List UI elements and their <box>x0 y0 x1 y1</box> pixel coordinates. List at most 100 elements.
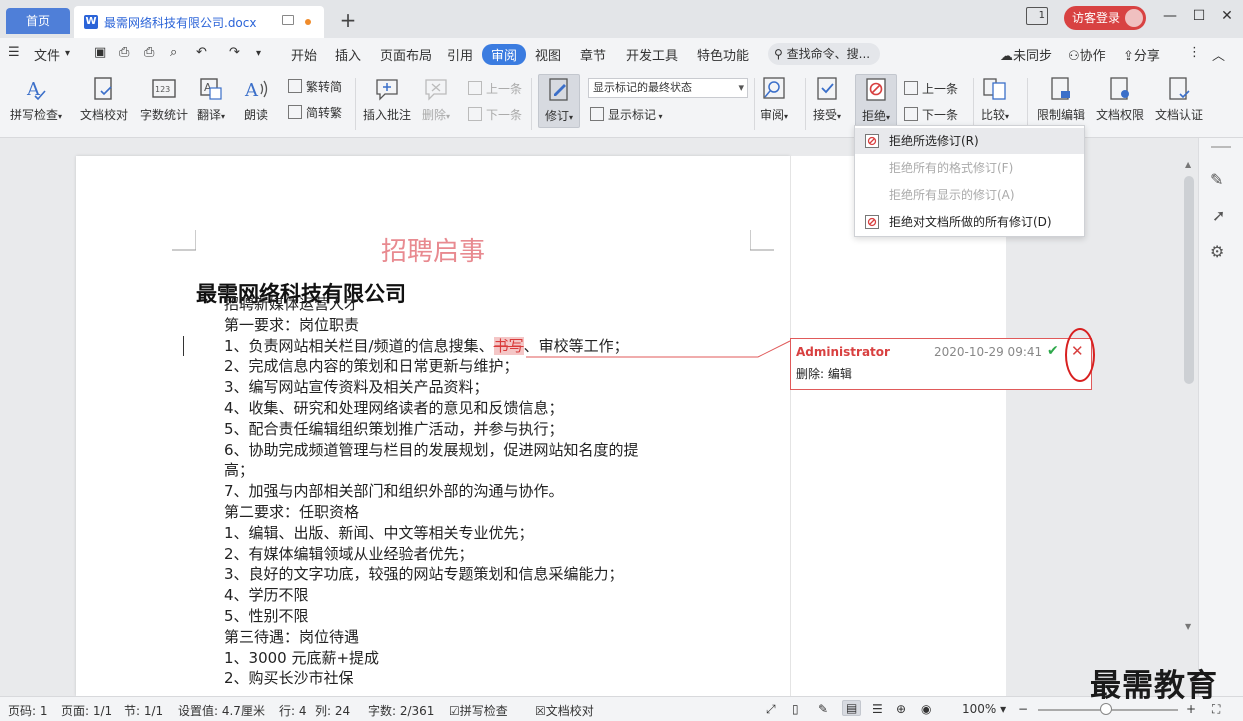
zoom-level[interactable]: 100% ▾ <box>962 702 1006 716</box>
person-icon: ⚇ <box>1068 49 1080 64</box>
share-button[interactable]: ⇪分享 <box>1123 45 1160 64</box>
status-row[interactable]: 行: 4 <box>279 702 307 719</box>
menu-item-label: 拒绝所有显示的修订(A) <box>889 188 1015 202</box>
close-button[interactable]: ✕ <box>1217 6 1237 26</box>
undo-icon[interactable]: ↶ <box>196 45 207 60</box>
insert-comment-button[interactable]: 插入批注 <box>363 76 411 123</box>
prev-change-button[interactable]: 上一条 <box>904 80 958 97</box>
menu-reject-all-document[interactable]: 拒绝对文档所做的所有修订(D) <box>855 209 1084 235</box>
word-count-button[interactable]: 123 字数统计 <box>140 76 188 123</box>
review-pane-button[interactable]: 审阅▾ <box>760 76 788 123</box>
simp-to-trad-button[interactable]: 简转繁 <box>288 104 342 121</box>
preview-icon[interactable]: ⌕ <box>170 45 177 60</box>
pen-icon[interactable]: ✎ <box>1210 170 1223 189</box>
outline-view-icon[interactable]: ☰ <box>872 702 883 716</box>
delete-comment-button[interactable]: 删除▾ <box>422 76 450 123</box>
spell-check-button[interactable]: A 拼写检查▾ <box>10 76 62 123</box>
menu-reject-all-shown[interactable]: 拒绝所有显示的修订(A) <box>855 182 1084 208</box>
monitor-icon[interactable] <box>282 15 294 25</box>
next-change-button[interactable]: 下一条 <box>904 106 958 123</box>
more-icon[interactable]: ⋮ <box>1188 45 1201 60</box>
paragraph: 7、加强与内部相关部门和组织外部的沟通与协作。 <box>224 482 564 501</box>
status-page-number[interactable]: 页码: 1 <box>8 702 48 719</box>
status-section[interactable]: 节: 1/1 <box>124 702 163 719</box>
deleted-text[interactable]: 书写 <box>493 336 524 355</box>
permission-icon <box>1110 77 1129 100</box>
doc-permission-button[interactable]: 文档权限 <box>1096 76 1144 123</box>
hamburger-icon[interactable]: ☰ <box>8 45 20 60</box>
new-tab-button[interactable]: + <box>338 8 358 32</box>
select-cursor-icon[interactable]: ➚ <box>1212 206 1225 225</box>
menu-insert[interactable]: 插入 <box>335 45 361 64</box>
prev-comment-button[interactable]: 上一条 <box>468 80 522 97</box>
doc-permission-label: 文档权限 <box>1096 108 1145 122</box>
trad-to-simp-button[interactable]: 繁转简 <box>288 78 342 95</box>
login-button[interactable]: 访客登录 <box>1064 6 1146 30</box>
collapse-ribbon-icon[interactable]: ︿ <box>1212 45 1225 64</box>
certificate-icon <box>1169 77 1190 100</box>
menu-section[interactable]: 章节 <box>580 45 606 64</box>
compare-button[interactable]: 比较▾ <box>981 76 1009 123</box>
menu-reject-selected[interactable]: 拒绝所选修订(R) <box>855 128 1084 154</box>
eye-protect-icon[interactable]: ◉ <box>921 702 931 716</box>
status-spell-check[interactable]: ☑拼写检查 <box>449 702 508 719</box>
command-search-input[interactable]: ⚲ 查找命令、搜... <box>768 43 880 65</box>
collab-button[interactable]: ⚇协作 <box>1068 45 1106 64</box>
restrict-edit-button[interactable]: 限制编辑 <box>1037 76 1085 123</box>
menu-special[interactable]: 特色功能 <box>697 45 749 64</box>
zoom-label: 100% <box>962 702 997 716</box>
reject-button[interactable]: 拒绝▾ <box>855 74 897 128</box>
status-col[interactable]: 列: 24 <box>315 702 350 719</box>
settings-sliders-icon[interactable]: ⚙ <box>1210 242 1224 261</box>
doc-proof-button[interactable]: 文档校对 <box>80 76 128 123</box>
customize-icon[interactable]: ▾ <box>256 48 261 59</box>
read-aloud-button[interactable]: A 朗读 <box>243 76 269 123</box>
comment-body: 删除: 编辑 <box>796 367 852 381</box>
accept-revision-icon[interactable]: ✔ <box>1047 343 1059 359</box>
scrollbar-thumb[interactable] <box>1184 176 1194 384</box>
export-icon[interactable]: ⎙ <box>119 45 129 60</box>
status-word-count[interactable]: 字数: 2/361 <box>368 702 434 719</box>
minimize-button[interactable]: — <box>1160 6 1180 26</box>
sync-button[interactable]: ☁未同步 <box>1000 45 1052 64</box>
spell-check-icon: A <box>26 79 46 101</box>
revision-balloon[interactable]: Administrator 2020-10-29 09:41 删除: 编辑 ✔ … <box>790 338 1092 390</box>
vertical-scrollbar[interactable]: ▲ ▼ <box>1182 156 1196 636</box>
tab-home[interactable]: 首页 <box>6 8 70 34</box>
maximize-button[interactable]: ☐ <box>1189 6 1209 26</box>
menu-page-layout[interactable]: 页面布局 <box>380 45 432 64</box>
redo-icon[interactable]: ↷ <box>229 45 240 60</box>
status-page[interactable]: 页面: 1/1 <box>61 702 112 719</box>
doc-cert-button[interactable]: 文档认证 <box>1155 76 1203 123</box>
chevron-down-icon[interactable]: ▾ <box>65 48 70 59</box>
scroll-down-icon[interactable]: ▼ <box>1185 622 1191 631</box>
menu-start[interactable]: 开始 <box>291 45 317 64</box>
show-markup-button[interactable]: 显示标记 ▾ <box>590 106 663 123</box>
prev-comment-label: 上一条 <box>486 82 523 96</box>
revise-button[interactable]: 修订▾ <box>538 74 580 128</box>
write-mode-icon[interactable]: ✎ <box>818 702 828 716</box>
menu-file[interactable]: 文件 <box>34 45 60 64</box>
document-page[interactable]: 招聘启事 最需网络科技有限公司 招聘新媒体运营人才 第一要求：岗位职责 1、负责… <box>76 156 790 696</box>
status-doc-proof[interactable]: ☒文档校对 <box>535 702 594 719</box>
menu-dev-tools[interactable]: 开发工具 <box>626 45 678 64</box>
layout-icon[interactable]: 1 <box>1026 7 1048 25</box>
read-mode-icon[interactable]: ▯ <box>792 702 799 716</box>
status-setting[interactable]: 设置值: 4.7厘米 <box>178 702 265 719</box>
menu-reject-all-format[interactable]: 拒绝所有的格式修订(F) <box>855 155 1084 181</box>
next-comment-button[interactable]: 下一条 <box>468 106 522 123</box>
accept-button[interactable]: 接受▾ <box>813 76 841 123</box>
translate-button[interactable]: A 翻译▾ <box>197 76 225 123</box>
page-view-icon[interactable]: ▤ <box>842 700 862 716</box>
menu-view[interactable]: 视图 <box>535 45 561 64</box>
markup-state-select[interactable]: 显示标记的最终状态 <box>588 78 748 98</box>
menu-review[interactable]: 审阅 <box>482 44 527 65</box>
web-view-icon[interactable]: ⊕ <box>896 702 906 716</box>
menu-reference[interactable]: 引用 <box>447 45 473 64</box>
scroll-up-icon[interactable]: ▲ <box>1185 160 1191 169</box>
fullscreen-icon[interactable]: ⤢ <box>766 702 776 717</box>
save-icon[interactable]: ▣ <box>94 45 106 60</box>
print-icon[interactable]: ⎙ <box>144 45 154 60</box>
zoom-out-icon[interactable]: − <box>1018 702 1028 716</box>
tab-document[interactable]: W 最需网络科技有限公司.docx <box>74 6 324 38</box>
